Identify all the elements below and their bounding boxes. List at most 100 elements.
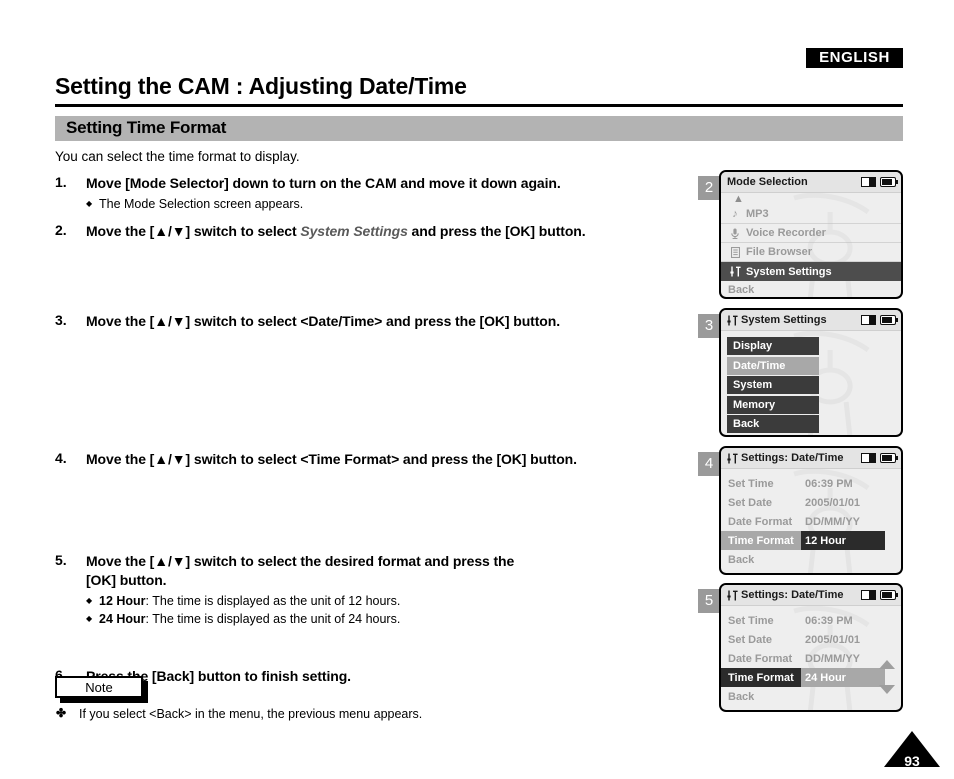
datetime-row-set-time[interactable]: Set Time 06:39 PM	[721, 474, 901, 493]
datetime-row-time-format-value: 24 Hour	[801, 668, 885, 687]
panel-2-header: Mode Selection	[721, 172, 901, 193]
panel-4-screen: Settings: Date/Time Set Time 06:39 PM Se…	[719, 446, 903, 575]
datetime-row-back-value	[801, 687, 885, 706]
note-box: Note	[55, 676, 143, 698]
menu-item-file-browser[interactable]: File Browser	[721, 243, 901, 262]
datetime-row-date-format[interactable]: Date Format DD/MM/YY	[721, 649, 901, 669]
step-2-number: 2.	[55, 222, 67, 238]
panel-5-step-badge: 5	[698, 589, 720, 613]
datetime-row-back[interactable]: Back	[721, 685, 901, 706]
datetime-row-set-time-value: 06:39 PM	[805, 477, 853, 490]
menu-item-voice-recorder-label: Voice Recorder	[746, 227, 826, 239]
datetime-row-set-date[interactable]: Set Date 2005/01/01	[721, 493, 901, 512]
memory-card-icon	[861, 315, 876, 325]
panel-2-screen: Mode Selection ▲ ♪ MP3 Voice Recorder Fi…	[719, 170, 903, 299]
datetime-row-set-date-label: Set Date	[728, 633, 773, 646]
step-2: 2. Move the [▲/▼] switch to select Syste…	[55, 222, 695, 241]
step-6: 6. Press the [Back] button to finish set…	[55, 667, 695, 686]
settings-item-memory-label: Memory	[733, 398, 776, 411]
datetime-row-time-format-value: 12 Hour	[801, 531, 885, 550]
battery-icon	[880, 453, 898, 463]
step-1-bullets: The Mode Selection screen appears.	[86, 195, 695, 213]
panel-5-body: Set Time 06:39 PM Set Date 2005/01/01 Da…	[721, 606, 901, 706]
settings-item-memory[interactable]: Memory	[727, 395, 819, 414]
title-divider	[55, 104, 903, 107]
file-browser-icon	[728, 246, 742, 258]
menu-item-back-label: Back	[728, 284, 755, 296]
settings-item-display-label: Display	[733, 340, 773, 352]
datetime-row-set-time-label: Set Time	[728, 614, 774, 627]
datetime-row-set-time[interactable]: Set Time 06:39 PM	[721, 611, 901, 630]
panel-3-title: System Settings	[741, 314, 827, 326]
datetime-row-back-label: Back	[728, 690, 755, 703]
section-title: Setting Time Format	[66, 118, 227, 137]
step-3: 3. Move the [▲/▼] switch to select <Date…	[55, 312, 695, 331]
datetime-row-set-date[interactable]: Set Date 2005/01/01	[721, 630, 901, 649]
step-1: 1. Move [Mode Selector] down to turn on …	[55, 174, 695, 213]
datetime-row-date-format-value: DD/MM/YY	[805, 652, 860, 665]
datetime-row-back-value	[801, 550, 885, 569]
step-5-number: 5.	[55, 552, 67, 568]
panel-3-screen: System Settings Display Date/Time System…	[719, 308, 903, 437]
intro-text: You can select the time format to displa…	[55, 149, 300, 164]
step-3-text: Move the [▲/▼] switch to select <Date/Ti…	[86, 313, 560, 329]
scroll-up-arrow-icon[interactable]	[879, 660, 895, 669]
menu-item-back[interactable]: Back	[721, 281, 901, 297]
step-2-text: Move the [▲/▼] switch to select System S…	[86, 222, 695, 241]
step-1-number: 1.	[55, 174, 67, 190]
settings-item-date-time[interactable]: Date/Time	[727, 356, 819, 375]
panel-2-body: ▲ ♪ MP3 Voice Recorder File Browser Syst…	[721, 193, 901, 297]
panel-2-title: Mode Selection	[727, 176, 808, 188]
step-1-bullet-1: The Mode Selection screen appears.	[86, 195, 695, 213]
datetime-row-set-date-value: 2005/01/01	[805, 496, 861, 509]
memory-card-icon	[861, 453, 876, 463]
step-6-text: Press the [Back] button to finish settin…	[86, 668, 351, 684]
panel-4-step-badge: 4	[698, 452, 720, 476]
panel-2-step-badge: 2	[698, 176, 720, 200]
panel-4-status-icons	[861, 453, 898, 463]
note-item-1: If you select <Back> in the menu, the pr…	[56, 706, 422, 721]
step-2-text-emphasis: System Settings	[300, 223, 408, 239]
step-5: 5. Move the [▲/▼] switch to select the d…	[55, 552, 695, 628]
settings-item-back-label: Back	[733, 418, 760, 430]
panel-5-header: Settings: Date/Time	[721, 585, 901, 606]
menu-item-system-settings-label: System Settings	[746, 265, 832, 278]
step-5-bullets: 12 Hour : The time is displayed as the un…	[86, 592, 695, 628]
datetime-row-time-format[interactable]: Time Format 24 Hour	[721, 668, 901, 687]
panel-3-header: System Settings	[721, 310, 901, 331]
step-5-text: Move the [▲/▼] switch to select the desi…	[86, 553, 515, 588]
datetime-row-back-label: Back	[728, 553, 755, 566]
datetime-row-back[interactable]: Back	[721, 550, 901, 569]
scroll-down-arrow-icon[interactable]	[879, 685, 895, 694]
datetime-row-date-format[interactable]: Date Format DD/MM/YY	[721, 512, 901, 531]
datetime-row-time-format[interactable]: Time Format 12 Hour	[721, 531, 901, 550]
scroll-up-indicator-icon[interactable]: ▲	[721, 193, 901, 205]
panel-5-screen: Settings: Date/Time Set Time 06:39 PM Se…	[719, 583, 903, 712]
menu-item-system-settings[interactable]: System Settings	[721, 262, 901, 281]
datetime-row-set-time-label: Set Time	[728, 477, 774, 490]
menu-item-voice-recorder[interactable]: Voice Recorder	[721, 224, 901, 243]
panel-3-status-icons	[861, 315, 898, 325]
panel-3-step-badge: 3	[698, 314, 720, 338]
music-note-icon: ♪	[732, 208, 738, 220]
panel-2-status-icons	[861, 177, 898, 187]
panel-4-body: Set Time 06:39 PM Set Date 2005/01/01 Da…	[721, 469, 901, 569]
settings-item-system[interactable]: System	[727, 376, 819, 394]
settings-slider-icon	[727, 315, 738, 326]
battery-icon	[880, 590, 898, 600]
settings-item-back[interactable]: Back	[727, 415, 819, 433]
datetime-row-date-format-label: Date Format	[728, 515, 793, 528]
microphone-icon	[728, 228, 742, 239]
step-5-bullet-2: 24 Hour: The time is displayed as the un…	[86, 610, 695, 628]
step-5-bullet-2-desc: : The time is displayed as the unit of 2…	[145, 612, 401, 626]
datetime-row-time-format-label: Time Format	[721, 668, 801, 687]
step-5-bullet-1-term: 12 Hour	[99, 594, 146, 608]
settings-item-display[interactable]: Display	[727, 337, 819, 355]
menu-item-mp3[interactable]: ♪ MP3	[721, 205, 901, 224]
page-number: 93	[904, 753, 920, 769]
datetime-row-set-date-label: Set Date	[728, 496, 773, 509]
datetime-row-time-format-label: Time Format	[721, 531, 801, 550]
step-2-text-pre: Move the [▲/▼] switch to select	[86, 223, 301, 239]
battery-icon	[880, 315, 898, 325]
step-2-text-post: and press the [OK] button.	[407, 223, 586, 239]
